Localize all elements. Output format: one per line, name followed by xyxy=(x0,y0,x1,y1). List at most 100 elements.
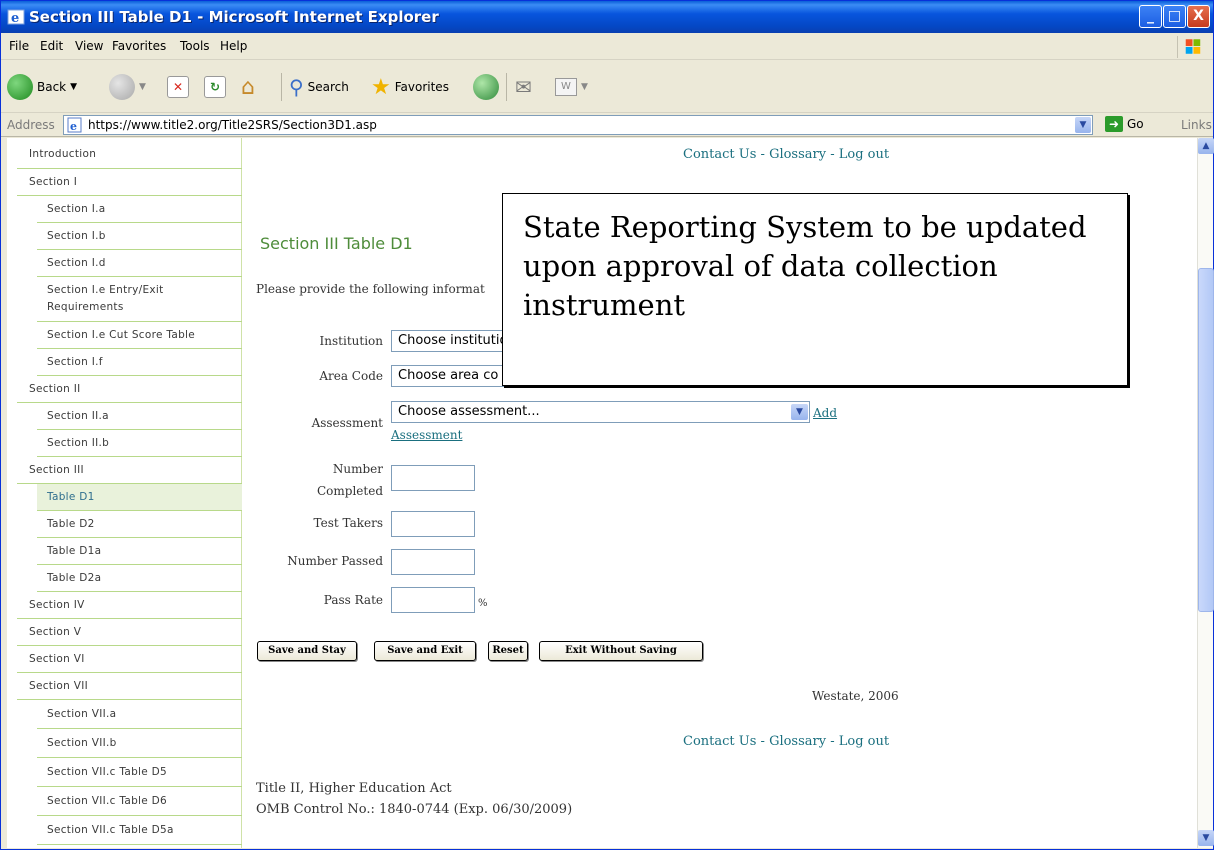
menu-favorites[interactable]: Favorites xyxy=(112,39,166,53)
address-url: https://www.title2.org/Title2SRS/Section… xyxy=(88,118,377,132)
menu-view[interactable]: View xyxy=(75,39,103,53)
printer-icon: W xyxy=(555,78,577,96)
area-code-label: Area Code xyxy=(319,369,383,383)
sidebar-item-section-i-b[interactable]: Section I.b xyxy=(37,223,242,250)
home-icon: ⌂ xyxy=(241,74,255,100)
sidebar-item-section-vii-c-d5[interactable]: Section VII.c Table D5 xyxy=(37,758,242,787)
menu-help[interactable]: Help xyxy=(220,39,247,53)
menu-tools[interactable]: Tools xyxy=(180,39,210,53)
browser-window: e Section III Table D1 - Microsoft Inter… xyxy=(0,0,1214,850)
sidebar-item-section-i-e-cut-score[interactable]: Section I.e Cut Score Table xyxy=(37,322,242,349)
chevron-down-icon: ▼ xyxy=(70,82,78,92)
save-and-exit-button[interactable]: Save and Exit xyxy=(374,641,476,661)
sidebar-item-section-vii-b[interactable]: Section VII.b xyxy=(37,729,242,758)
chevron-down-icon[interactable]: ▼ xyxy=(1075,117,1091,133)
home-button[interactable]: ⌂ xyxy=(241,71,255,103)
scroll-down-icon[interactable]: ▼ xyxy=(1198,830,1214,846)
glossary-link[interactable]: Glossary xyxy=(769,734,826,749)
sidebar-item-section-i-f[interactable]: Section I.f xyxy=(37,349,242,376)
sidebar-item-section-vii-c-d6[interactable]: Section VII.c Table D6 xyxy=(37,787,242,816)
chevron-down-icon: ▼ xyxy=(791,404,808,420)
sidebar-item-section-ii[interactable]: Section II xyxy=(17,376,242,403)
vertical-scrollbar[interactable]: ▲ ▼ xyxy=(1197,138,1214,848)
page-title: Section III Table D1 xyxy=(260,234,413,253)
history-icon xyxy=(473,74,499,100)
bottom-links: Contact Us - Glossary - Log out xyxy=(683,734,890,749)
legal-notice: Title II, Higher Education Act OMB Contr… xyxy=(256,781,573,817)
back-button[interactable]: Back ▼ xyxy=(7,71,77,103)
test-takers-label: Test Takers xyxy=(313,516,383,530)
copyright-text: Westate, 2006 xyxy=(812,689,899,703)
ie-logo-icon: e xyxy=(7,9,25,26)
sidebar-item-table-d1[interactable]: Table D1 xyxy=(37,484,242,511)
sidebar-item-table-d2a[interactable]: Table D2a xyxy=(37,565,242,592)
refresh-button[interactable]: ↻ xyxy=(204,71,226,103)
go-arrow-icon: ➜ xyxy=(1105,116,1123,132)
minimize-button[interactable]: _ xyxy=(1139,5,1162,28)
assessment-select[interactable]: Choose assessment... ▼ xyxy=(391,401,810,423)
institution-label: Institution xyxy=(319,334,383,348)
maximize-button[interactable]: □ xyxy=(1163,5,1186,28)
pass-rate-input[interactable] xyxy=(391,587,475,613)
toolbar: Back ▼ ▼ ✕ ↻ ⌂ ⚲ Search ★ Favorites ✉ W … xyxy=(1,61,1213,113)
update-notice-callout: State Reporting System to be updated upo… xyxy=(502,193,1128,386)
menu-file[interactable]: File xyxy=(9,39,29,53)
sidebar-item-section-i-e-entry-exit[interactable]: Section I.e Entry/Exit Requirements xyxy=(37,277,242,322)
address-input[interactable]: e https://www.title2.org/Title2SRS/Secti… xyxy=(63,115,1093,135)
search-button[interactable]: ⚲ Search xyxy=(289,71,349,103)
sidebar-item-section-iv[interactable]: Section IV xyxy=(17,592,242,619)
contact-us-link[interactable]: Contact Us xyxy=(683,147,756,162)
windows-logo-icon xyxy=(1177,36,1201,58)
save-and-stay-button[interactable]: Save and Stay xyxy=(257,641,357,661)
sidebar-item-section-i[interactable]: Section I xyxy=(17,169,242,196)
window-title: Section III Table D1 - Microsoft Interne… xyxy=(29,8,439,26)
sidebar-item-section-iii[interactable]: Section III xyxy=(17,457,242,484)
forward-arrow-icon xyxy=(109,74,135,100)
top-links: Contact Us - Glossary - Log out xyxy=(683,147,890,162)
chevron-down-icon: ▼ xyxy=(581,82,588,92)
log-out-link[interactable]: Log out xyxy=(839,734,889,749)
menu-edit[interactable]: Edit xyxy=(40,39,63,53)
sidebar-item-table-d2[interactable]: Table D2 xyxy=(37,511,242,538)
exit-without-saving-button[interactable]: Exit Without Saving xyxy=(539,641,703,661)
forward-button[interactable]: ▼ xyxy=(109,71,146,103)
history-button[interactable] xyxy=(473,71,499,103)
number-completed-label: Number Completed xyxy=(316,462,383,498)
reset-button[interactable]: Reset xyxy=(488,641,528,661)
percent-sign: % xyxy=(478,598,488,609)
sidebar-item-section-i-a[interactable]: Section I.a xyxy=(37,196,242,223)
page-viewport: Introduction Section I Section I.a Secti… xyxy=(7,138,1197,848)
sidebar-item-section-vii-a[interactable]: Section VII.a xyxy=(37,700,242,729)
links-toolbar[interactable]: Links xyxy=(1181,118,1212,132)
sidebar-item-section-i-d[interactable]: Section I.d xyxy=(37,250,242,277)
sidebar-item-section-ii-b[interactable]: Section II.b xyxy=(37,430,242,457)
scroll-up-icon[interactable]: ▲ xyxy=(1198,138,1214,154)
go-button[interactable]: ➜ Go xyxy=(1105,116,1144,132)
svg-text:e: e xyxy=(70,120,77,133)
print-button[interactable]: W ▼ xyxy=(555,71,588,103)
sidebar-item-section-vi[interactable]: Section VI xyxy=(17,646,242,673)
number-passed-input[interactable] xyxy=(391,549,475,575)
close-button[interactable]: X xyxy=(1187,5,1210,28)
mail-icon: ✉ xyxy=(515,75,532,99)
add-assessment-link-2[interactable]: Assessment xyxy=(391,428,462,442)
scrollbar-thumb[interactable] xyxy=(1198,268,1214,612)
contact-us-link[interactable]: Contact Us xyxy=(683,734,756,749)
sidebar-item-section-v[interactable]: Section V xyxy=(17,619,242,646)
stop-button[interactable]: ✕ xyxy=(167,71,189,103)
add-assessment-link[interactable]: Add xyxy=(813,406,837,420)
sidebar-item-section-vii-c-d5a[interactable]: Section VII.c Table D5a xyxy=(37,816,242,845)
instructions-text: Please provide the following informat xyxy=(256,282,485,296)
sidebar-item-introduction[interactable]: Introduction xyxy=(17,140,242,169)
sidebar-item-section-ii-a[interactable]: Section II.a xyxy=(37,403,242,430)
sidebar-item-section-vii[interactable]: Section VII xyxy=(17,673,242,700)
mail-button[interactable]: ✉ xyxy=(515,71,532,103)
glossary-link[interactable]: Glossary xyxy=(769,147,826,162)
search-icon: ⚲ xyxy=(289,75,304,99)
sidebar-item-table-d1a[interactable]: Table D1a xyxy=(37,538,242,565)
favorites-button[interactable]: ★ Favorites xyxy=(371,71,449,103)
log-out-link[interactable]: Log out xyxy=(839,147,889,162)
test-takers-input[interactable] xyxy=(391,511,475,537)
stop-icon: ✕ xyxy=(167,76,189,98)
number-completed-input[interactable] xyxy=(391,465,475,491)
